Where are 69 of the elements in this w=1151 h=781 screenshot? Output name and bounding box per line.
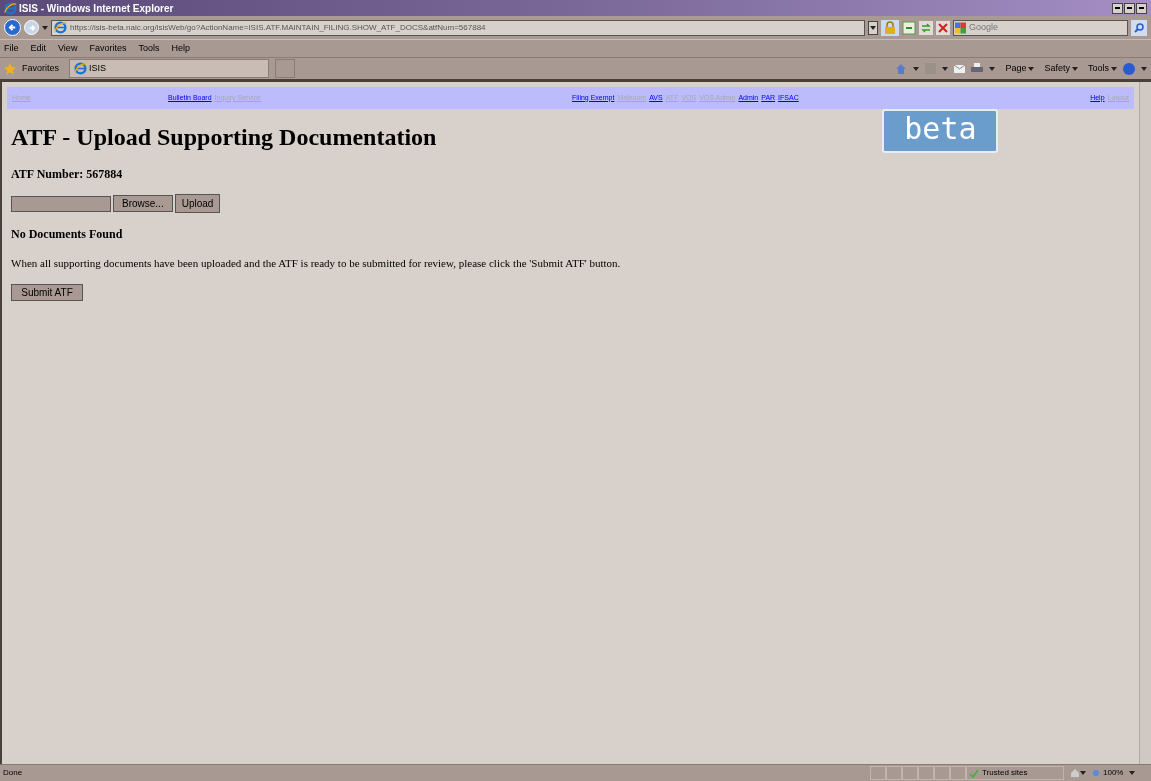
caret-icon <box>913 66 920 71</box>
home-icon[interactable] <box>895 62 908 75</box>
beta-badge: beta <box>882 109 999 153</box>
status-pane <box>870 766 886 780</box>
status-pane <box>902 766 918 780</box>
address-bar[interactable]: https://isis-beta.naic.org/isisWeb/go?ActionName=ISIS.ATF.MAINTAIN_FILING.SHOW_ATF_DOCS&atfNum=567884 <box>51 19 865 36</box>
caret-icon <box>1129 771 1136 775</box>
checkmark-icon <box>969 768 979 778</box>
refresh-icon[interactable] <box>919 20 933 35</box>
command-menu[interactable]: Safety <box>1044 61 1078 76</box>
caret-icon <box>42 25 48 30</box>
submit-atf-button[interactable]: Submit ATF <box>11 283 83 301</box>
page-heading: ATF - Upload Supporting Documentation <box>11 123 437 151</box>
close-icon[interactable] <box>936 20 950 35</box>
star-icon[interactable] <box>4 62 16 75</box>
search-icon <box>1134 22 1144 33</box>
browse-button[interactable]: Browse... <box>113 195 173 212</box>
search-button[interactable] <box>1131 19 1147 36</box>
search-field[interactable]: Google <box>953 19 1128 36</box>
menu-item[interactable]: Tools <box>138 41 160 56</box>
status-text: Done <box>2 767 24 779</box>
dropdown-button[interactable] <box>868 20 878 35</box>
minimize-button[interactable] <box>1112 2 1123 14</box>
protected-mode-icon[interactable] <box>1070 768 1080 778</box>
compatibility-icon[interactable] <box>902 20 916 35</box>
menu-item[interactable]: Help <box>171 41 190 56</box>
caret-icon <box>870 25 876 30</box>
browser-logo-icon <box>54 21 67 34</box>
caret-icon <box>1028 66 1035 71</box>
file-path-field[interactable] <box>11 195 111 212</box>
security-zone: Trusted sites <box>966 766 1064 780</box>
browser-logo-icon <box>4 1 17 15</box>
window-title: ISIS - Windows Internet Explorer <box>19 1 174 16</box>
atf-number: ATF Number: 567884 <box>11 166 124 183</box>
menu-item[interactable]: Edit <box>30 41 47 56</box>
command-menu[interactable]: Page <box>1005 61 1035 76</box>
zoom-control[interactable]: 100% <box>1092 767 1124 779</box>
caret-icon <box>1141 66 1147 71</box>
forward-button[interactable] <box>24 20 39 35</box>
menu-item[interactable]: File <box>4 41 19 56</box>
url-text: https://isis-beta.naic.org/isisWeb/go?ActionName=ISIS.ATF.MAINTAIN_FILING.SHOW_ATF_DOCS&atfNum=567884 <box>70 21 486 34</box>
caret-icon <box>1080 771 1086 775</box>
status-pane <box>934 766 950 780</box>
search-provider-icon <box>955 21 966 34</box>
browser-tab[interactable]: ISIS <box>69 59 269 78</box>
back-button[interactable] <box>4 19 21 36</box>
status-pane <box>886 766 902 780</box>
search-input[interactable]: Google <box>969 20 1126 35</box>
command-menu[interactable]: Tools <box>1088 61 1117 76</box>
status-pane <box>950 766 966 780</box>
new-tab-button[interactable] <box>275 59 295 78</box>
no-documents-message: No Documents Found <box>11 226 124 243</box>
zoom-icon <box>1092 768 1101 778</box>
instructions-text: When all supporting documents have been uploaded and the ATF is ready to be submitted for review, please click the 'Submit ATF' button. <box>11 256 622 271</box>
browser-logo-icon <box>74 62 87 75</box>
caret-icon <box>1111 66 1117 71</box>
caret-icon <box>989 66 996 71</box>
caret-icon <box>1072 66 1078 71</box>
mail-icon[interactable] <box>954 64 966 73</box>
menu-item[interactable]: View <box>58 41 78 56</box>
menu-item[interactable]: Favorites <box>89 41 127 56</box>
upload-button[interactable]: Upload <box>174 194 221 213</box>
favorites-label[interactable]: Favorites <box>22 61 59 76</box>
left-arrow-icon <box>8 23 17 32</box>
printer-icon[interactable] <box>971 63 984 74</box>
scrollbar[interactable] <box>1139 82 1151 764</box>
status-pane <box>918 766 934 780</box>
right-arrow-icon <box>27 23 36 32</box>
caret-icon <box>942 66 949 71</box>
